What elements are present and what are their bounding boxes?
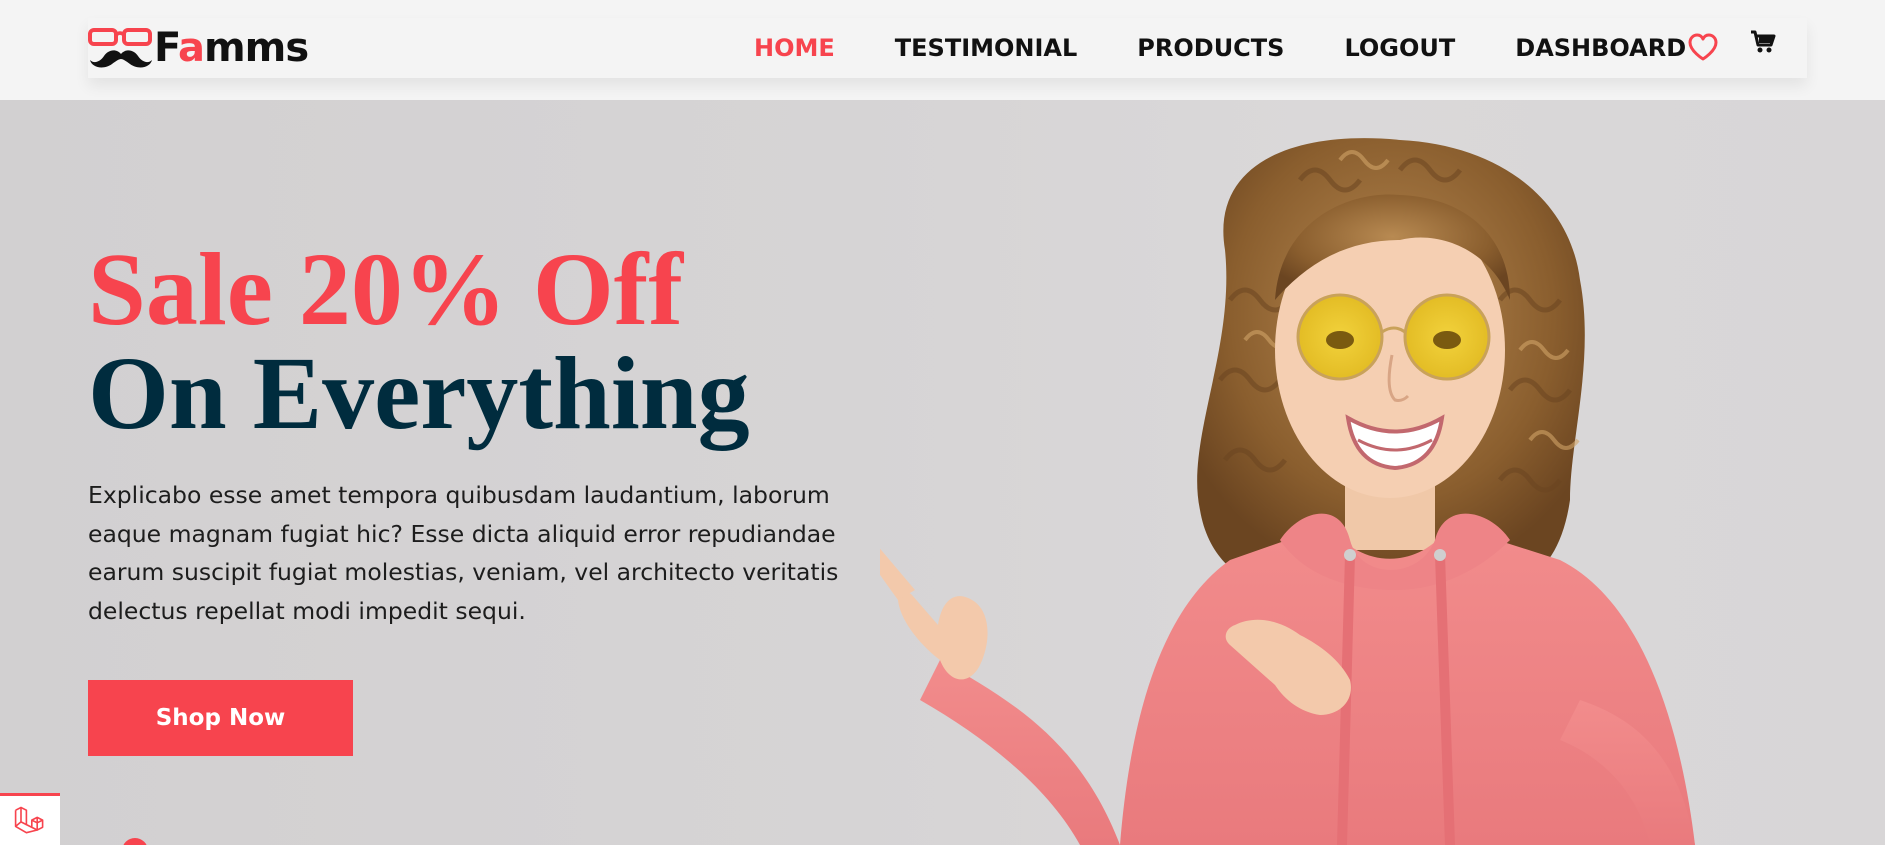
glasses-mustache-icon bbox=[88, 28, 152, 68]
brand-name: Famms bbox=[154, 25, 309, 71]
nav-logout[interactable]: LOGOUT bbox=[1344, 34, 1455, 62]
nav-testimonial[interactable]: TESTIMONIAL bbox=[895, 34, 1078, 62]
shop-now-button[interactable]: Shop Now bbox=[88, 680, 353, 756]
brand-logo-link[interactable]: Famms bbox=[88, 24, 309, 72]
nav-dashboard[interactable]: DASHBOARD bbox=[1515, 34, 1686, 62]
hero-description: Explicabo esse amet tempora quibusdam la… bbox=[88, 481, 839, 625]
laravel-logo-icon bbox=[14, 806, 44, 834]
debug-bar-toggle[interactable] bbox=[0, 793, 60, 845]
hero-title-line2: On Everything bbox=[88, 336, 750, 451]
nav-products[interactable]: PRODUCTS bbox=[1137, 34, 1284, 62]
hero-slider: Sale 20% Off On Everything Explicabo ess… bbox=[0, 100, 1885, 845]
header: Famms HOME TESTIMONIAL PRODUCTS LOGOUT D… bbox=[0, 0, 1885, 100]
carousel-indicator-dot[interactable] bbox=[122, 838, 148, 845]
hero-model-image bbox=[880, 138, 1695, 845]
cart-icon[interactable] bbox=[1749, 28, 1777, 56]
nav-home[interactable]: HOME bbox=[754, 34, 835, 62]
nav-links: HOME TESTIMONIAL PRODUCTS LOGOUT DASHBOA… bbox=[754, 18, 1686, 78]
hero-title: Sale 20% Off On Everything bbox=[88, 238, 988, 446]
hero-title-line1: Sale 20% Off bbox=[88, 232, 684, 347]
navbar: Famms HOME TESTIMONIAL PRODUCTS LOGOUT D… bbox=[88, 18, 1807, 78]
heart-icon[interactable] bbox=[1687, 32, 1719, 62]
